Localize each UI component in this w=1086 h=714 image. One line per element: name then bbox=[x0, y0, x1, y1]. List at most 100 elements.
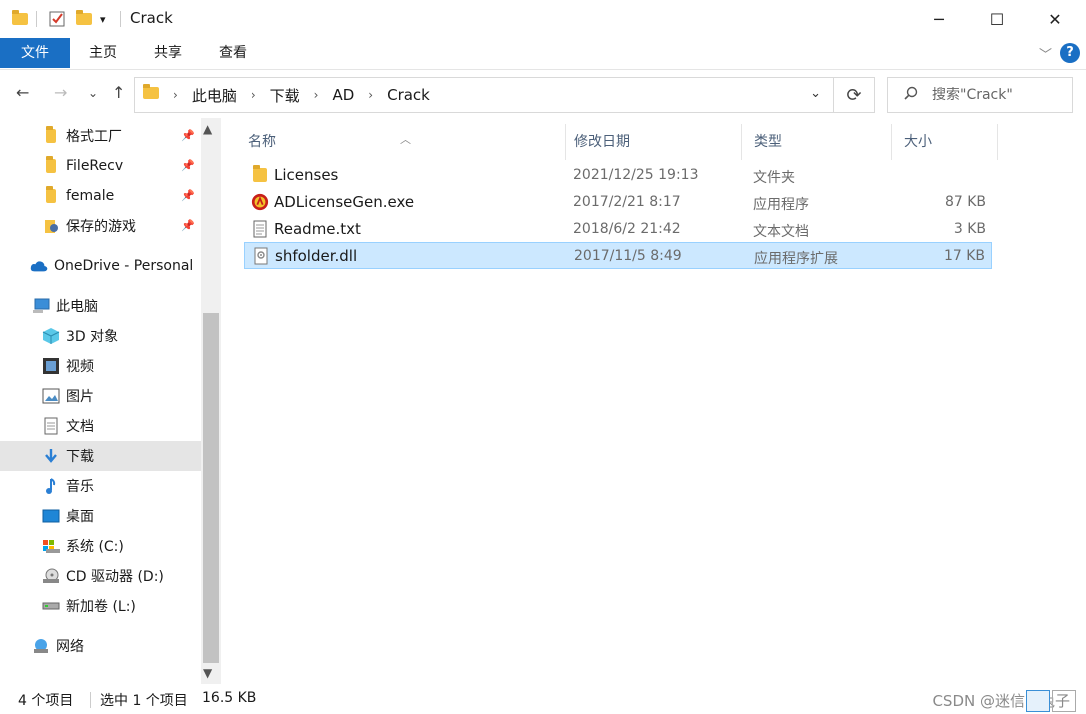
separator bbox=[36, 11, 37, 27]
file-type: 应用程序扩展 bbox=[754, 251, 838, 267]
scroll-down-icon[interactable]: ▼ bbox=[203, 666, 212, 680]
folder-icon bbox=[42, 156, 60, 175]
item-count: 4 个项目 bbox=[18, 693, 74, 709]
folder-icon bbox=[42, 126, 60, 145]
back-arrow-icon[interactable]: ← bbox=[16, 83, 29, 102]
sidebar-item-format-factory[interactable]: 格式工厂 📌 bbox=[0, 121, 201, 151]
cd-drive-icon bbox=[42, 567, 60, 585]
tab-view[interactable]: 查看 bbox=[208, 38, 258, 68]
refresh-button[interactable]: ⟳ bbox=[834, 77, 875, 113]
sidebar-scroll-thumb[interactable] bbox=[203, 313, 219, 663]
breadcrumb-crack[interactable]: Crack bbox=[387, 86, 430, 104]
sidebar-item-label: 网络 bbox=[56, 639, 84, 655]
sidebar-item-video[interactable]: 视频 bbox=[0, 351, 201, 381]
chevron-right-icon[interactable]: › bbox=[251, 88, 256, 102]
network-icon bbox=[32, 637, 50, 655]
window-title: Crack bbox=[130, 9, 173, 27]
sidebar-item-label: OneDrive - Personal bbox=[54, 258, 194, 274]
sidebar-item-documents[interactable]: 文档 bbox=[0, 411, 201, 441]
separator bbox=[120, 11, 121, 27]
sidebar-item-label: female bbox=[66, 188, 115, 204]
scroll-up-icon[interactable]: ▲ bbox=[203, 122, 212, 136]
navigation-bar: ← → ⌄ ↑ › 此电脑 › 下载 › AD › Crack ⌄ ⟳ bbox=[0, 75, 1086, 115]
chevron-right-icon[interactable]: › bbox=[173, 88, 178, 102]
search-icon bbox=[904, 86, 918, 104]
sidebar-item-label: 格式工厂 bbox=[66, 129, 122, 145]
sidebar-item-desktop[interactable]: 桌面 bbox=[0, 501, 201, 531]
new-folder-icon[interactable] bbox=[76, 8, 92, 30]
file-date: 2021/12/25 19:13 bbox=[573, 167, 699, 183]
sidebar-item-music[interactable]: 音乐 bbox=[0, 471, 201, 501]
table-row[interactable]: Readme.txt 2018/6/2 21:42 文本文档 3 KB bbox=[244, 216, 992, 243]
system-drive-icon bbox=[42, 537, 60, 555]
sidebar-item-new-volume[interactable]: 新加卷 (L:) bbox=[0, 591, 201, 621]
chevron-right-icon[interactable]: › bbox=[314, 88, 319, 102]
pin-icon: 📌 bbox=[181, 129, 195, 142]
table-row[interactable]: Licenses 2021/12/25 19:13 文件夹 bbox=[244, 162, 992, 189]
sidebar-item-network[interactable]: 网络 bbox=[0, 631, 201, 661]
search-input[interactable] bbox=[932, 87, 1062, 103]
sidebar-item-3d-objects[interactable]: 3D 对象 bbox=[0, 321, 201, 351]
sidebar-item-this-pc[interactable]: 此电脑 bbox=[0, 291, 201, 321]
sidebar-item-label: 桌面 bbox=[66, 509, 94, 525]
tab-home[interactable]: 主页 bbox=[78, 38, 128, 68]
address-bar[interactable]: › 此电脑 › 下载 › AD › Crack ⌄ bbox=[134, 77, 834, 113]
sidebar-item-system-drive[interactable]: 系统 (C:) bbox=[0, 531, 201, 561]
forward-arrow-icon[interactable]: → bbox=[54, 83, 67, 102]
sidebar-item-filerecv[interactable]: FileRecv 📌 bbox=[0, 151, 201, 181]
sidebar-item-pictures[interactable]: 图片 bbox=[0, 381, 201, 411]
file-name: ADLicenseGen.exe bbox=[274, 193, 415, 211]
recent-locations-icon[interactable]: ⌄ bbox=[88, 86, 98, 100]
column-header-date[interactable]: 修改日期 bbox=[562, 124, 742, 160]
table-row[interactable]: shfolder.dll 2017/11/5 8:49 应用程序扩展 17 KB bbox=[244, 242, 992, 269]
properties-icon[interactable] bbox=[48, 8, 66, 30]
sidebar-item-label: 保存的游戏 bbox=[66, 219, 136, 235]
sidebar-item-downloads[interactable]: 下载 bbox=[0, 441, 201, 471]
breadcrumb-ad[interactable]: AD bbox=[332, 86, 354, 104]
maximize-button[interactable]: ☐ bbox=[968, 0, 1026, 38]
pictures-icon bbox=[42, 387, 60, 405]
up-arrow-icon[interactable]: ↑ bbox=[112, 83, 125, 102]
customize-toolbar-icon[interactable]: ▾ bbox=[100, 8, 106, 30]
sidebar-item-label: 新加卷 (L:) bbox=[66, 599, 136, 615]
breadcrumb-this-pc[interactable]: 此电脑 bbox=[192, 85, 237, 106]
file-size: 17 KB bbox=[943, 248, 985, 264]
sidebar-item-saved-games[interactable]: 保存的游戏 📌 bbox=[0, 211, 201, 241]
tab-share[interactable]: 共享 bbox=[143, 38, 193, 68]
cloud-icon bbox=[30, 257, 48, 275]
close-button[interactable]: ✕ bbox=[1026, 0, 1084, 38]
navigation-pane: 格式工厂 📌 FileRecv 📌 female 📌 保存的游戏 📌 OneDr… bbox=[0, 118, 221, 684]
expand-ribbon-icon[interactable]: ﹀ bbox=[1039, 44, 1052, 63]
sidebar-item-label: FileRecv bbox=[66, 158, 124, 174]
details-view-button[interactable] bbox=[1026, 690, 1050, 712]
column-header-name[interactable]: ︿ 名称 bbox=[236, 124, 566, 160]
table-row[interactable]: ADLicenseGen.exe 2017/2/21 8:17 应用程序 87 … bbox=[244, 189, 992, 216]
breadcrumb-downloads[interactable]: 下载 bbox=[270, 85, 300, 106]
sidebar-item-female[interactable]: female 📌 bbox=[0, 181, 201, 211]
search-box[interactable] bbox=[887, 77, 1073, 113]
ribbon: 文件 主页 共享 查看 ﹀ ? bbox=[0, 38, 1086, 70]
sidebar-item-onedrive[interactable]: OneDrive - Personal bbox=[0, 251, 201, 281]
file-list: ︿ 名称 修改日期 类型 大小 Licenses 2021/12/25 19:1… bbox=[234, 118, 1074, 678]
computer-icon bbox=[32, 297, 50, 315]
video-icon bbox=[42, 357, 60, 375]
downloads-icon bbox=[42, 447, 60, 465]
file-name: shfolder.dll bbox=[275, 247, 358, 265]
large-icons-view-button[interactable] bbox=[1052, 690, 1076, 712]
sidebar-item-label: 系统 (C:) bbox=[66, 539, 124, 555]
3d-objects-icon bbox=[42, 327, 60, 345]
column-header-size[interactable]: 大小 bbox=[892, 124, 998, 160]
help-icon[interactable]: ? bbox=[1060, 43, 1080, 63]
sidebar-item-label: 此电脑 bbox=[56, 299, 98, 315]
file-date: 2018/6/2 21:42 bbox=[573, 221, 681, 237]
folder-icon bbox=[42, 186, 60, 205]
chevron-right-icon[interactable]: › bbox=[368, 88, 373, 102]
sidebar-item-cd-drive[interactable]: CD 驱动器 (D:) bbox=[0, 561, 201, 591]
minimize-button[interactable]: ─ bbox=[910, 0, 968, 38]
file-type: 应用程序 bbox=[753, 197, 809, 213]
column-header-type[interactable]: 类型 bbox=[742, 124, 892, 160]
file-name: Licenses bbox=[274, 166, 339, 184]
chevron-down-icon[interactable]: ⌄ bbox=[810, 86, 821, 101]
file-date: 2017/2/21 8:17 bbox=[573, 194, 681, 210]
tab-file[interactable]: 文件 bbox=[0, 38, 70, 68]
